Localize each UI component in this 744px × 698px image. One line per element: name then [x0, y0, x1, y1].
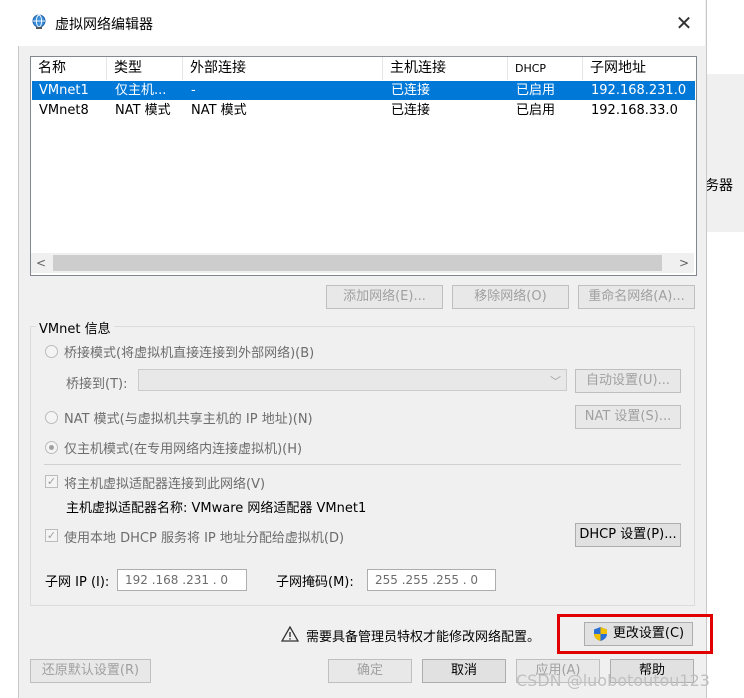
vmnet-info-group — [30, 326, 695, 606]
bridge-to-label: 桥接到(T): — [66, 377, 128, 392]
cell-host: 已连接 — [391, 83, 431, 98]
cell-name: VMnet8 — [39, 103, 89, 118]
horizontal-scrollbar[interactable]: < > — [31, 253, 694, 273]
column-header-subnet[interactable]: 子网地址 — [583, 57, 695, 80]
cell-external: NAT 模式 — [191, 103, 247, 118]
column-header-external[interactable]: 外部连接 — [183, 57, 383, 80]
bridge-mode-label: 桥接模式(将虚拟机直接连接到外部网络)(B) — [64, 346, 315, 361]
scroll-right-arrow-icon[interactable]: > — [674, 253, 694, 273]
warning-triangle-icon — [281, 626, 299, 642]
cell-type: NAT 模式 — [115, 103, 171, 118]
column-header-host[interactable]: 主机连接 — [383, 57, 508, 80]
cell-host: 已连接 — [391, 103, 431, 118]
cell-type: 仅主机... — [115, 83, 167, 98]
rename-network-button[interactable]: 重命名网络(A)... — [578, 285, 695, 309]
bridge-to-dropdown[interactable]: ﹀ — [138, 369, 567, 391]
column-header-name[interactable]: 名称 — [31, 57, 107, 80]
cell-dhcp: 已启用 — [516, 83, 556, 98]
separator — [44, 464, 681, 465]
background-window — [705, 74, 744, 232]
cell-name: VMnet1 — [39, 83, 89, 98]
cell-dhcp: 已启用 — [516, 103, 556, 118]
use-dhcp-checkbox[interactable]: ✓ — [45, 529, 58, 542]
column-header-dhcp[interactable]: DHCP — [508, 57, 583, 80]
cell-subnet: 192.168.33.0 — [591, 103, 678, 118]
scroll-thumb[interactable] — [53, 255, 662, 271]
chevron-down-icon: ﹀ — [550, 375, 561, 388]
nat-settings-button[interactable]: NAT 设置(S)... — [575, 405, 681, 429]
annotation-highlight-box — [557, 614, 713, 654]
host-only-mode-label: 仅主机模式(在专用网络内连接虚拟机)(H) — [64, 442, 303, 457]
watermark: CSDN @luobotoutou123 — [516, 671, 710, 690]
scroll-left-arrow-icon[interactable]: < — [31, 253, 51, 273]
nat-mode-radio[interactable] — [45, 411, 58, 424]
table-row-vmnet8[interactable]: VMnet8 NAT 模式 NAT 模式 已连接 已启用 192.168.33.… — [32, 101, 695, 120]
background-window-text: 务器 — [705, 178, 733, 194]
host-only-mode-radio[interactable] — [45, 441, 58, 454]
globe-network-icon — [32, 14, 46, 29]
bridge-mode-radio[interactable] — [45, 345, 58, 358]
cell-external: - — [191, 83, 196, 98]
admin-warning-text: 需要具备管理员特权才能修改网络配置。 — [306, 630, 541, 645]
close-icon[interactable]: ✕ — [673, 12, 695, 34]
nat-mode-label: NAT 模式(与虚拟机共享主机的 IP 地址)(N) — [64, 412, 313, 427]
dialog-title: 虚拟网络编辑器 — [55, 17, 153, 33]
restore-defaults-button[interactable]: 还原默认设置(R) — [30, 659, 151, 683]
table-row-vmnet1[interactable]: VMnet1 仅主机... - 已连接 已启用 192.168.231.0 — [32, 81, 695, 100]
subnet-ip-input[interactable]: 192 .168 .231 . 0 — [117, 569, 247, 591]
connect-adapter-checkbox[interactable]: ✓ — [45, 475, 58, 488]
use-dhcp-label: 使用本地 DHCP 服务将 IP 地址分配给虚拟机(D) — [64, 531, 345, 546]
subnet-mask-input[interactable]: 255 .255 .255 . 0 — [367, 569, 496, 591]
cell-subnet: 192.168.231.0 — [591, 83, 687, 98]
remove-network-button[interactable]: 移除网络(O) — [452, 285, 569, 309]
connect-adapter-label: 将主机虚拟适配器连接到此网络(V) — [64, 477, 266, 492]
auto-settings-button[interactable]: 自动设置(U)... — [575, 369, 681, 393]
dhcp-settings-button[interactable]: DHCP 设置(P)... — [575, 523, 681, 547]
column-header-type[interactable]: 类型 — [107, 57, 183, 80]
subnet-ip-label: 子网 IP (I): — [45, 575, 110, 590]
network-list[interactable]: 名称 类型 外部连接 主机连接 DHCP 子网地址 VMnet1 仅主机... … — [30, 56, 697, 276]
ok-button[interactable]: 确定 — [328, 659, 412, 683]
adapter-name-text: 主机虚拟适配器名称: VMware 网络适配器 VMnet1 — [66, 501, 367, 516]
vmnet-info-label: VMnet 信息 — [36, 318, 114, 337]
add-network-button[interactable]: 添加网络(E)... — [326, 285, 443, 309]
subnet-mask-label: 子网掩码(M): — [276, 575, 354, 590]
cancel-button[interactable]: 取消 — [422, 659, 506, 683]
